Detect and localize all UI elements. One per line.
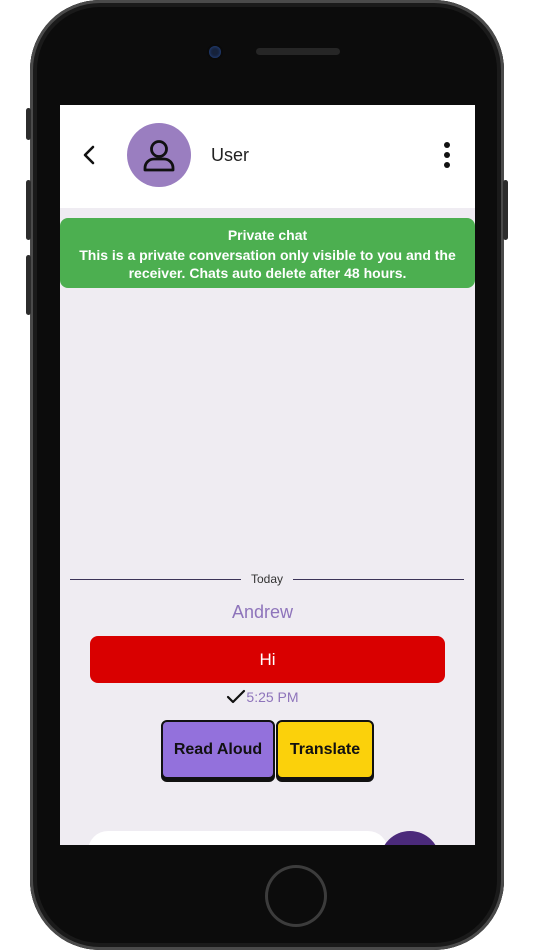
mute-switch [26, 108, 31, 140]
translate-button[interactable]: Translate [276, 720, 374, 779]
divider-line [70, 578, 241, 580]
day-label: Today [250, 572, 284, 586]
message-bubble[interactable]: Hi [90, 636, 445, 683]
banner-text: This is a private conversation only visi… [79, 247, 456, 281]
earpiece-speaker [256, 48, 340, 55]
home-button[interactable] [265, 865, 327, 927]
banner-title: Private chat [227, 227, 308, 243]
more-options-button[interactable] [438, 141, 456, 169]
more-vert-icon [444, 142, 450, 168]
message-meta: 5:25 PM [60, 689, 465, 705]
avatar[interactable] [127, 123, 191, 187]
message-sender: Andrew [231, 602, 294, 622]
back-arrow-icon [83, 145, 95, 165]
app-screen: User Private chat This is a private conv… [60, 105, 475, 845]
power-button [503, 180, 508, 240]
check-icon [227, 689, 246, 704]
read-aloud-button[interactable]: Read Aloud [161, 720, 275, 779]
volume-up-button [26, 180, 31, 240]
message-input[interactable] [88, 831, 388, 845]
message-text: Hi [259, 649, 276, 669]
day-divider: Today [70, 571, 464, 587]
private-chat-banner: Private chat This is a private conversat… [60, 218, 475, 288]
front-camera [209, 46, 221, 58]
back-button[interactable] [78, 143, 102, 167]
user-avatar-icon [143, 140, 175, 172]
volume-down-button [26, 255, 31, 315]
divider-line [293, 578, 464, 580]
send-button[interactable] [380, 831, 440, 845]
chat-username: User [211, 145, 250, 165]
chat-header: User [60, 105, 475, 208]
message-time: 5:25 PM [246, 689, 299, 705]
